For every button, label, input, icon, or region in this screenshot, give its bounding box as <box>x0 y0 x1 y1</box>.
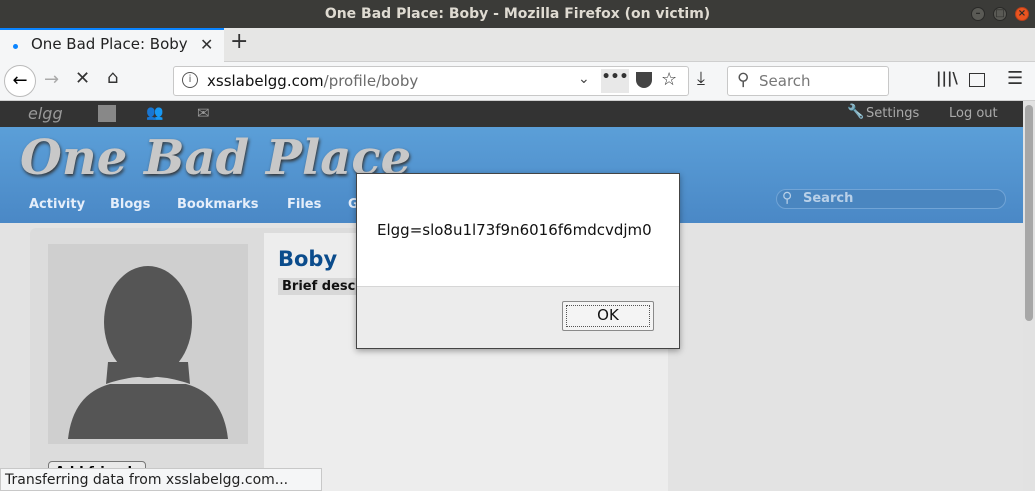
page-actions-icon[interactable]: ••• <box>601 69 629 93</box>
window-title: One Bad Place: Boby - Mozilla Firefox (o… <box>324 6 711 22</box>
search-input[interactable]: ⚲ Search <box>727 66 889 96</box>
messages-icon[interactable]: ✉ <box>197 104 210 122</box>
menu-activity[interactable]: Activity <box>29 197 85 212</box>
ok-button[interactable]: OK <box>562 301 654 331</box>
navigation-toolbar: ← → ✕ ⌂ i xsslabelgg.com/profile/boby ⌄ … <box>0 62 1035 101</box>
alert-message: Elgg=slo8u1l73f9n6016f6mdcvdjm0 <box>377 221 652 239</box>
tab-close-icon[interactable]: ✕ <box>200 35 213 54</box>
pocket-icon[interactable] <box>636 72 652 88</box>
site-info-icon[interactable]: i <box>182 72 198 88</box>
profile-icon[interactable] <box>98 105 116 122</box>
brief-description-label: Brief desc <box>278 278 360 295</box>
close-window-button[interactable]: × <box>1015 7 1029 21</box>
tab-bar: One Bad Place: Boby ✕ + <box>0 28 1035 62</box>
site-search-input[interactable]: ⚲ Search <box>776 189 1006 209</box>
minimize-button[interactable]: – <box>971 7 985 21</box>
menu-blogs[interactable]: Blogs <box>110 197 150 212</box>
downloads-icon[interactable]: ⤓ <box>697 68 705 89</box>
logout-link[interactable]: Log out <box>949 106 998 121</box>
home-button[interactable]: ⌂ <box>107 67 118 88</box>
search-placeholder: Search <box>759 72 811 90</box>
stop-button[interactable]: ✕ <box>75 68 90 89</box>
loading-indicator-icon <box>13 44 18 49</box>
elgg-logo[interactable]: elgg <box>28 104 63 123</box>
settings-icon: 🔧 <box>847 104 865 120</box>
menu-icon[interactable]: ☰ <box>1007 68 1023 89</box>
back-button[interactable]: ← <box>4 65 36 97</box>
profile-name[interactable]: Boby <box>278 247 337 271</box>
menu-bookmarks[interactable]: Bookmarks <box>177 197 259 212</box>
avatar <box>48 244 248 444</box>
tab-label: One Bad Place: Boby <box>31 35 188 53</box>
search-icon: ⚲ <box>737 70 750 90</box>
dropdown-chevron-icon[interactable]: ⌄ <box>578 71 590 87</box>
default-user-icon <box>68 266 228 439</box>
tab-active[interactable]: One Bad Place: Boby ✕ <box>0 28 224 62</box>
menu-files[interactable]: Files <box>287 197 321 212</box>
elgg-topbar: elgg 👥 ✉ 🔧 Settings Log out <box>0 101 1023 127</box>
forward-button[interactable]: → <box>44 69 59 90</box>
url-bar[interactable]: i xsslabelgg.com/profile/boby ⌄ ••• ☆ <box>173 66 689 96</box>
alert-footer: OK <box>357 286 679 348</box>
search-icon: ⚲ <box>782 190 793 206</box>
url-text[interactable]: xsslabelgg.com/profile/boby <box>207 72 418 90</box>
maximize-button[interactable]: □ <box>993 7 1007 21</box>
site-name[interactable]: One Bad Place <box>20 130 411 186</box>
site-search-placeholder: Search <box>803 191 854 206</box>
window-titlebar: One Bad Place: Boby - Mozilla Firefox (o… <box>0 0 1035 28</box>
sidebar-icon[interactable] <box>969 73 985 87</box>
alert-dialog: Elgg=slo8u1l73f9n6016f6mdcvdjm0 OK <box>356 173 680 349</box>
scrollbar-thumb[interactable] <box>1025 105 1033 321</box>
friends-icon[interactable]: 👥 <box>146 105 163 121</box>
new-tab-button[interactable]: + <box>230 29 248 54</box>
bookmark-star-icon[interactable]: ☆ <box>661 69 677 90</box>
settings-link[interactable]: Settings <box>866 106 919 121</box>
status-bar: Transferring data from xsslabelgg.com... <box>0 468 322 491</box>
library-icon[interactable]: |||\ <box>936 69 958 87</box>
